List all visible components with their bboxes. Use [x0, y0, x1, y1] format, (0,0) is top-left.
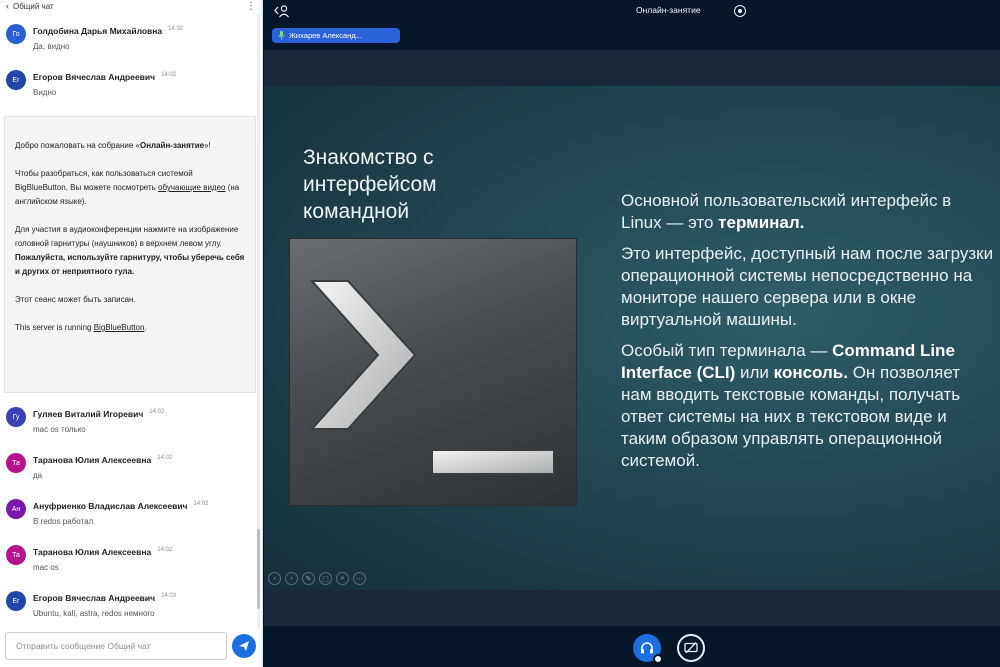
welcome-text: Для участия в аудиоконференции нажмите н… [15, 225, 239, 248]
message-time: 14:02 [149, 409, 165, 415]
sender-name: Гуляев Виталий Игоревич [33, 409, 144, 419]
message-time: 14:02 [193, 501, 209, 507]
sender-name: Егоров Вячеслав Андреевич [33, 593, 156, 603]
avatar: Ег [6, 70, 26, 90]
headset-icon [641, 642, 653, 654]
audio-settings-badge [653, 654, 663, 664]
chat-composer [5, 632, 256, 660]
users-icon [274, 5, 289, 18]
send-icon [239, 641, 249, 651]
message-text: Ubuntu, kali, astra, redos немного [33, 609, 155, 618]
welcome-message: Добро пожаловать на собрание «Онлайн-зан… [4, 116, 256, 393]
message-text: Да, видно [33, 42, 70, 51]
chat-message: Го Голдобина Дарья Михайловна 14:02 Да, в… [6, 24, 254, 64]
chat-scrollbar[interactable] [257, 14, 260, 629]
record-icon[interactable] [734, 5, 746, 17]
zoom-icon[interactable]: ⌕ [336, 572, 349, 585]
talking-indicator[interactable]: Жихарев Александ... [272, 28, 400, 43]
chat-message: Ан Ануфриенко Владислав Алексеевич 14:02 … [6, 499, 254, 539]
avatar: Ег [6, 591, 26, 611]
screen-share-button[interactable] [677, 634, 705, 662]
fit-to-width-icon[interactable]: ⬚ [319, 572, 332, 585]
message-text: mac os [33, 563, 59, 572]
record-dot [737, 8, 742, 13]
message-time: 14:03 [161, 593, 177, 599]
avatar: Го [6, 24, 26, 44]
avatar: Ан [6, 499, 26, 519]
previous-slide-icon[interactable]: ‹ [268, 572, 281, 585]
more-options-icon[interactable]: ⋯ [353, 572, 366, 585]
sender-name: Голдобина Дарья Михайловна [33, 26, 163, 36]
bigbluebutton-link[interactable]: BigBlueButton [94, 323, 145, 332]
screen-share-off-icon [684, 642, 698, 654]
welcome-text: This server is running [15, 323, 94, 332]
chat-title[interactable]: Общий чат [13, 2, 246, 11]
message-time: 14:02 [168, 26, 184, 32]
user-list-toggle[interactable] [274, 4, 290, 18]
headset-advice: Пожалуйста, используйте гарнитуру, чтобы… [15, 253, 245, 276]
message-time: 14:02 [157, 455, 173, 461]
message-time: 14:02 [157, 547, 173, 553]
chat-panel: ‹ Общий чат ⋮ Го Голдобина Дарья Михайло… [0, 0, 263, 667]
slide-body: Основной пользовательский интерфейс в Li… [621, 190, 995, 481]
talker-name: Жихарев Александ... [289, 31, 362, 40]
sender-name: Егоров Вячеслав Андреевич [33, 72, 156, 82]
recording-notice: Этот сеанс может быть записан. [15, 295, 136, 304]
main-area: Онлайн-занятие Жихарев Александ... Знако… [264, 0, 1000, 667]
message-text: да [33, 471, 43, 480]
avatar: Гу [6, 407, 26, 427]
top-bar: Онлайн-занятие Жихарев Александ... [264, 0, 1000, 43]
more-options-icon[interactable]: ⋮ [246, 1, 256, 12]
message-list: Го Голдобина Дарья Михайловна 14:02 Да, в… [0, 14, 258, 629]
slide-text: Особый тип терминала — [621, 341, 833, 360]
presentation-toolbar: ‹ › ✎ ⬚ ⌕ ⋯ [268, 572, 366, 586]
sender-name: Ануфриенко Владислав Алексеевич [33, 501, 188, 511]
chat-message: Та Таранова Юлия Алексеевна 14:02 да [6, 453, 254, 493]
message-text: Видно [33, 88, 57, 97]
slide-title: Знакомство с интерфейсом командной [303, 146, 437, 223]
message-time: 14:02 [161, 72, 177, 78]
message-text: В redos работал [33, 517, 94, 526]
welcome-text: Добро пожаловать на собрание « [15, 141, 140, 150]
slide-text: Это интерфейс, доступный нам после загру… [621, 244, 994, 329]
message-text: mac os только [33, 425, 86, 434]
chat-header: ‹ Общий чат ⋮ [0, 0, 262, 12]
send-button[interactable] [232, 634, 256, 658]
presentation-slide: Знакомство с интерфейсом командной Основ… [264, 86, 1000, 590]
presentation-area: Знакомство с интерфейсом командной Основ… [264, 50, 1000, 626]
slide-text: или [735, 363, 774, 382]
chat-message: Ег Егоров Вячеслав Андреевич 14:02 Видно [6, 70, 254, 110]
sender-name: Таранова Юлия Алексеевна [33, 455, 152, 465]
avatar: Та [6, 453, 26, 473]
slide-emphasis: терминал. [718, 213, 805, 232]
chat-message: Ег Егоров Вячеслав Андреевич 14:03 Ubuntu… [6, 591, 254, 629]
welcome-text: »! [204, 141, 211, 150]
pencil-icon[interactable]: ✎ [302, 572, 315, 585]
sender-name: Таранова Юлия Алексеевна [33, 547, 152, 557]
audio-button[interactable] [633, 634, 663, 664]
session-title: Онлайн-занятие [636, 5, 701, 15]
terminal-prompt-icon [289, 238, 577, 506]
meeting-name: Онлайн-занятие [139, 141, 205, 150]
welcome-text: . [144, 323, 147, 332]
scrollbar-thumb[interactable] [257, 529, 260, 609]
bottom-action-bar [264, 626, 1000, 667]
microphone-icon [278, 31, 285, 40]
chat-message: Гу Гуляев Виталий Игоревич 14:02 mac os т… [6, 407, 254, 447]
chat-message: Та Таранова Юлия Алексеевна 14:02 mac os [6, 545, 254, 585]
back-chevron-icon[interactable]: ‹ [6, 1, 9, 11]
chat-message-input[interactable] [5, 632, 227, 660]
next-slide-icon[interactable]: › [285, 572, 298, 585]
tutorial-videos-link[interactable]: обучающие видео [158, 183, 225, 192]
slide-emphasis: консоль. [773, 363, 848, 382]
avatar: Та [6, 545, 26, 565]
